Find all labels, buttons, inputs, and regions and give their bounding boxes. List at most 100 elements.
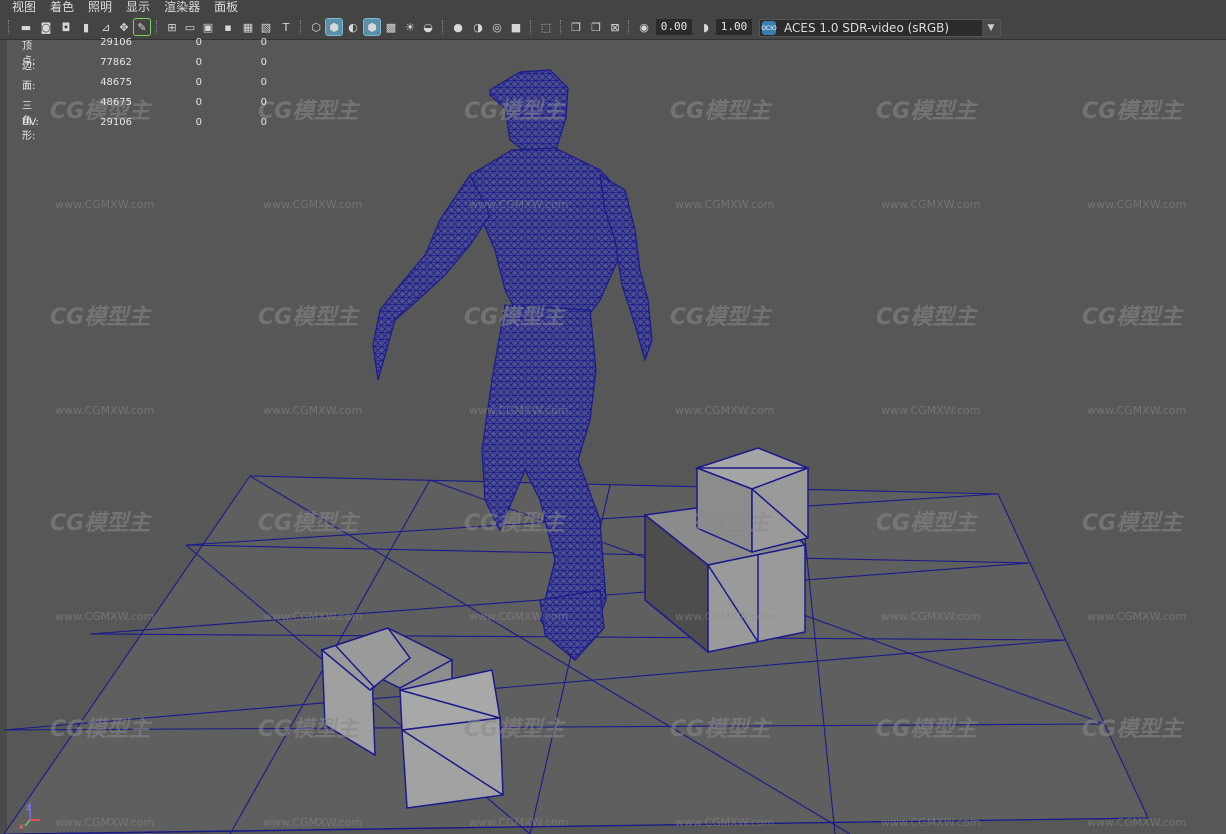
watermark-logo: CG模型主 <box>258 99 360 124</box>
watermark-logo: CG模型主 <box>1082 511 1184 536</box>
xray-icon[interactable]: ❐ <box>568 19 584 35</box>
camera-attributes-icon[interactable]: ◙ <box>38 19 54 35</box>
watermark-logo: CG模型主 <box>50 717 152 742</box>
watermark-url: www.CGMXW.com <box>1087 816 1186 829</box>
resolution-gate-icon[interactable]: ▣ <box>200 19 216 35</box>
film-gate-icon[interactable]: ▭ <box>182 19 198 35</box>
panel-menubar: 视图 着色 照明 显示 渲染器 面板 <box>0 0 1226 15</box>
watermark-url: www.CGMXW.com <box>881 816 980 829</box>
toolbar-separator <box>156 20 159 34</box>
watermark-logo: CG模型主 <box>876 511 978 536</box>
watermark-url: www.CGMXW.com <box>675 198 774 211</box>
image-plane-icon[interactable]: ⊿ <box>98 19 114 35</box>
hud-value: 0 <box>260 117 267 128</box>
watermark-url: www.CGMXW.com <box>881 198 980 211</box>
shadows-icon[interactable]: ◒ <box>420 19 436 35</box>
watermark-url: www.CGMXW.com <box>55 198 154 211</box>
watermark-logo: CG模型主 <box>876 305 978 330</box>
menu-lighting[interactable]: 照明 <box>81 0 119 15</box>
watermark-url: www.CGMXW.com <box>675 404 774 417</box>
safe-action-icon[interactable]: ▧ <box>258 19 274 35</box>
hud-value: 77862 <box>100 57 132 68</box>
watermark-logo: CG模型主 <box>464 717 566 742</box>
hud-label: 边: <box>22 61 36 72</box>
watermark-logo: CG模型主 <box>464 511 566 536</box>
use-all-lights-icon[interactable]: ☀ <box>402 19 418 35</box>
exposure-icon[interactable]: ◉ <box>636 19 652 35</box>
hud-value: 0 <box>195 97 202 108</box>
hud-value: 29106 <box>100 37 132 48</box>
watermark-url: www.CGMXW.com <box>469 610 568 623</box>
hud-value: 0 <box>260 37 267 48</box>
bookmark-camera-icon[interactable]: ◘ <box>58 19 74 35</box>
watermark-url: www.CGMXW.com <box>263 610 362 623</box>
hud-value: 0 <box>195 57 202 68</box>
hud-label: 面: <box>22 81 36 92</box>
menu-show[interactable]: 显示 <box>119 0 157 15</box>
hud-value: 29106 <box>100 117 132 128</box>
toolbar-separator <box>530 20 533 34</box>
watermark-url: www.CGMXW.com <box>263 404 362 417</box>
xray-active-icon[interactable]: ❐ <box>588 19 604 35</box>
hud-value: 0 <box>260 57 267 68</box>
gamma-field[interactable]: 1.00 <box>716 19 752 35</box>
bookmark-icon[interactable]: ▮ <box>78 19 94 35</box>
watermark-logo: CG模型主 <box>670 99 772 124</box>
safe-title-icon[interactable]: T <box>278 19 294 35</box>
watermark-url: www.CGMXW.com <box>263 198 362 211</box>
watermark-logo: CG模型主 <box>464 305 566 330</box>
xray-joints-icon[interactable]: ⊠ <box>607 19 623 35</box>
watermark-logo: CG模型主 <box>1082 717 1184 742</box>
hud-label: UV: <box>22 117 39 128</box>
screen-space-ao-icon[interactable]: ● <box>450 19 466 35</box>
axis-x-label: x <box>19 822 24 831</box>
color-management-icon[interactable]: OCIO <box>761 21 777 35</box>
hud-value: 48675 <box>100 97 132 108</box>
watermark-logo: CG模型主 <box>876 717 978 742</box>
textured-icon[interactable]: ▩ <box>383 19 399 35</box>
watermark-url: www.CGMXW.com <box>55 404 154 417</box>
color-space-dropdown[interactable]: OCIO ACES 1.0 SDR-video (sRGB) ▼ <box>759 19 1001 37</box>
toolbar-separator <box>628 20 631 34</box>
menu-panels[interactable]: 面板 <box>207 0 245 15</box>
grid-icon[interactable]: ⊞ <box>164 19 180 35</box>
select-camera-icon[interactable]: ▬ <box>18 19 34 35</box>
exposure-field[interactable]: 0.00 <box>656 19 692 35</box>
axis-z-label: z <box>26 803 30 812</box>
motion-blur-icon[interactable]: ◑ <box>470 19 486 35</box>
smooth-shade-icon[interactable]: ⬢ <box>325 18 343 36</box>
two-d-pan-zoom-icon[interactable]: ✥ <box>116 19 132 35</box>
watermark-logo: CG模型主 <box>258 511 360 536</box>
hud-value: 0 <box>195 37 202 48</box>
watermark-url: www.CGMXW.com <box>881 404 980 417</box>
watermark-logo: CG模型主 <box>258 717 360 742</box>
wireframe-on-shaded-icon[interactable]: ⬢ <box>363 18 381 36</box>
hud-value: 0 <box>260 97 267 108</box>
chevron-down-icon[interactable]: ▼ <box>982 20 1000 36</box>
wireframe-icon[interactable]: ⬡ <box>308 19 324 35</box>
isolate-select-icon[interactable]: ⬚ <box>538 19 554 35</box>
watermark-logo: CG模型主 <box>50 511 152 536</box>
watermark-url: www.CGMXW.com <box>881 610 980 623</box>
depth-of-field-icon[interactable]: ■ <box>508 19 524 35</box>
hud-value: 0 <box>260 77 267 88</box>
toolbar-separator <box>442 20 445 34</box>
watermark-logo: CG模型主 <box>670 305 772 330</box>
gamma-icon[interactable]: ◗ <box>698 19 714 35</box>
watermark-url: www.CGMXW.com <box>469 404 568 417</box>
watermark-logo: CG模型主 <box>670 511 772 536</box>
watermark-url: www.CGMXW.com <box>263 816 362 829</box>
anti-aliasing-icon[interactable]: ◎ <box>489 19 505 35</box>
menu-renderer[interactable]: 渲染器 <box>157 0 207 15</box>
menu-shading[interactable]: 着色 <box>43 0 81 15</box>
field-chart-icon[interactable]: ▦ <box>240 19 256 35</box>
menu-view[interactable]: 视图 <box>0 0 43 15</box>
grease-pencil-icon[interactable]: ✎ <box>133 18 151 36</box>
watermark-logo: CG模型主 <box>876 99 978 124</box>
watermark-url: www.CGMXW.com <box>675 610 774 623</box>
watermark-url: www.CGMXW.com <box>1087 610 1186 623</box>
default-material-icon[interactable]: ◐ <box>345 19 361 35</box>
hud-value: 0 <box>195 117 202 128</box>
watermark-logo: CG模型主 <box>1082 99 1184 124</box>
gate-mask-icon[interactable]: ▪ <box>220 19 236 35</box>
